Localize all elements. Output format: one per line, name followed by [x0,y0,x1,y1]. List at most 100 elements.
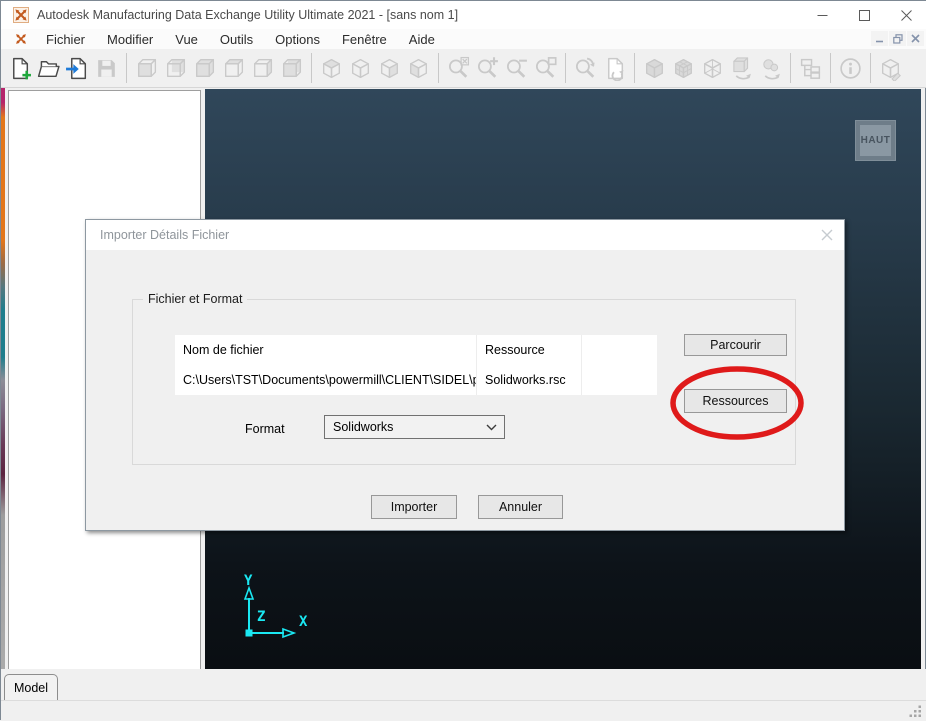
save-file-icon [98,59,115,77]
save-file-button[interactable] [93,54,120,83]
new-file-button[interactable] [6,54,33,83]
view-right-icon [283,58,302,77]
iso-view-3-button[interactable] [376,54,403,83]
iso-view-1-icon [323,58,340,78]
docked-palette-strip [1,88,5,673]
file-table: Nom de fichier Ressource C:\Users\TST\Docu… [175,335,657,395]
iso-view-1-button[interactable] [318,54,345,83]
menu-item-outils[interactable]: Outils [209,30,264,49]
view-cube[interactable]: HAUT [855,120,896,161]
chevron-down-icon [486,424,497,431]
menu-item-modifier[interactable]: Modifier [96,30,164,49]
zoom-in-icon [477,56,498,78]
edit-cube-button[interactable] [877,54,904,83]
reload-file-button[interactable] [601,54,628,83]
menu-item-vue[interactable]: Vue [164,30,209,49]
menu-item-options[interactable]: Options [264,30,331,49]
column-header-empty [582,335,657,365]
close-button[interactable] [885,1,926,29]
iso-view-2-icon [352,58,369,78]
mdi-window-controls [871,31,924,46]
format-dropdown[interactable]: Solidworks [324,415,505,439]
toolbar-separator [830,53,831,83]
axes-triad: Y Z X [243,573,308,639]
toolbar [1,49,926,88]
zoom-extents-icon [448,56,470,78]
toolbar-separator [126,53,127,83]
tree-structure-button[interactable] [797,54,824,83]
refresh-view-icon [575,57,595,78]
browse-button[interactable]: Parcourir [684,334,787,356]
view-left-button[interactable] [249,54,276,83]
toolbar-separator [634,53,635,83]
resources-button[interactable]: Ressources [684,389,787,413]
toolbar-separator [438,53,439,83]
title-bar: Autodesk Manufacturing Data Exchange Uti… [1,1,926,29]
menu-item-fenetre[interactable]: Fenêtre [331,30,398,49]
resize-grip[interactable] [909,705,922,718]
app-window: Autodesk Manufacturing Data Exchange Uti… [0,0,926,721]
menu-item-fichier[interactable]: Fichier [35,30,96,49]
shaded-view-button[interactable] [641,54,668,83]
groupbox-label: Fichier et Format [143,292,248,306]
toolbar-separator [565,53,566,83]
mdi-minimize-button[interactable] [871,31,888,46]
zoom-window-button[interactable] [532,54,559,83]
info-button[interactable] [837,54,864,83]
view-left-icon [254,58,273,77]
dialog-close-button[interactable] [820,228,834,242]
dialog-title-bar[interactable]: Importer Détails Fichier [86,220,844,250]
mdi-restore-button[interactable] [889,31,906,46]
rotate-cube-icon [733,56,751,79]
window-controls [801,1,926,29]
app-logo-icon [13,7,29,23]
file-row-filename[interactable]: C:\Users\TST\Documents\powermill\CLIENT\… [175,365,477,395]
zoom-extents-button[interactable] [445,54,472,83]
mdi-close-button[interactable] [907,31,924,46]
rotate-spheres-icon [763,58,780,79]
toolbar-separator [311,53,312,83]
new-file-icon [13,57,31,79]
view-top-button[interactable] [191,54,218,83]
import-file-button[interactable] [64,54,91,83]
view-front-button[interactable] [133,54,160,83]
import-button[interactable]: Importer [371,495,457,519]
view-back-button[interactable] [162,54,189,83]
import-file-dialog: Importer Détails Fichier Fichier et Form… [85,219,845,531]
zoom-out-icon [506,58,527,78]
minimize-button[interactable] [801,1,843,29]
maximize-button[interactable] [843,1,885,29]
toolbar-separator [870,53,871,83]
rotate-cube-button[interactable] [728,54,755,83]
refresh-view-button[interactable] [572,54,599,83]
shaded-wireframe-view-button[interactable] [670,54,697,83]
file-row-empty[interactable] [582,365,657,395]
view-right-button[interactable] [278,54,305,83]
file-row-resource[interactable]: Solidworks.rsc [477,365,582,395]
menu-items: Fichier Modifier Vue Outils Options Fenêtre Ai… [35,30,446,49]
rotate-spheres-button[interactable] [757,54,784,83]
zoom-in-button[interactable] [474,54,501,83]
tab-model[interactable]: Model [4,674,58,700]
edit-cube-icon [882,58,901,81]
menu-bar: Fichier Modifier Vue Outils Options Fenêtre Ai… [1,29,926,49]
iso-view-2-button[interactable] [347,54,374,83]
column-header-resource: Ressource [477,335,582,365]
open-file-button[interactable] [35,54,62,83]
import-file-icon [66,57,87,79]
view-cube-face-label: HAUT [860,125,891,156]
zoom-out-button[interactable] [503,54,530,83]
window-title: Autodesk Manufacturing Data Exchange Uti… [37,8,459,22]
info-icon [840,57,861,79]
view-bottom-button[interactable] [220,54,247,83]
iso-view-4-button[interactable] [405,54,432,83]
cancel-button[interactable]: Annuler [478,495,563,519]
tab-strip: Model [1,669,926,700]
view-front-icon [138,58,157,77]
view-back-icon [167,58,186,77]
wireframe-view-button[interactable] [699,54,726,83]
menu-item-aide[interactable]: Aide [398,30,446,49]
tree-structure-icon [800,58,821,79]
format-label: Format [245,422,285,436]
axis-z-label: Z [257,609,265,625]
